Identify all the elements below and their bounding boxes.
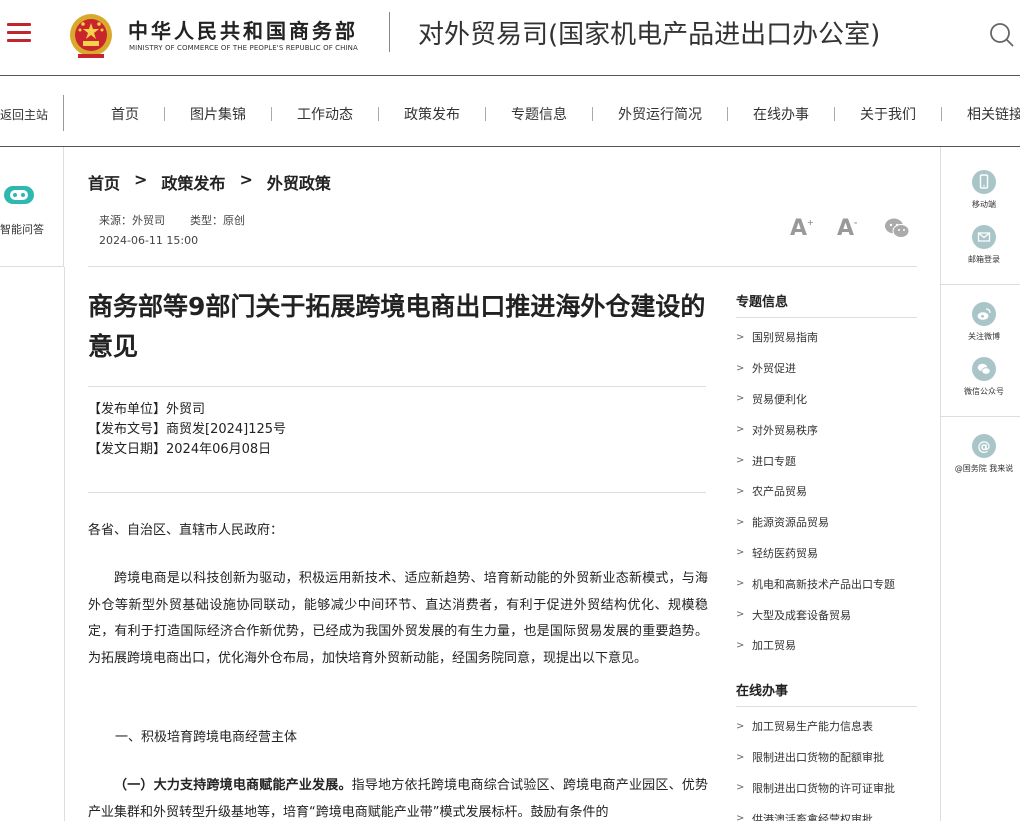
chevron-right-icon: > bbox=[736, 455, 745, 467]
sidebar-item[interactable]: > 机电和高新技术产品出口专题 bbox=[736, 568, 926, 599]
robot-icon bbox=[4, 186, 34, 204]
chevron-right-icon: > bbox=[736, 751, 745, 763]
state-council-feedback-link[interactable]: @ @国务院 我来说 bbox=[944, 434, 1020, 474]
ai-assistant-label: 智能问答 bbox=[0, 223, 44, 236]
national-emblem-logo bbox=[70, 14, 112, 58]
document-info: 【发布单位】外贸司 【发布文号】商贸发[2024]125号 【发文日期】2024… bbox=[88, 400, 286, 460]
chevron-right-icon: > bbox=[736, 424, 745, 436]
breadcrumb: 首页 > 政策发布 > 外贸政策 bbox=[88, 170, 331, 194]
sidebar-heading-topics: 专题信息 bbox=[736, 295, 789, 310]
search-icon[interactable] bbox=[988, 20, 1016, 48]
chevron-right-icon: > bbox=[736, 516, 745, 528]
issue-date-field: 【发文日期】2024年06月08日 bbox=[88, 442, 272, 457]
sidebar-item[interactable]: > 贸易便利化 bbox=[736, 384, 926, 415]
sidebar-item[interactable]: > 加工贸易生产能力信息表 bbox=[736, 711, 926, 742]
chevron-right-icon: > bbox=[736, 609, 745, 621]
sidebar-item[interactable]: > 限制进出口货物的许可证审批 bbox=[736, 773, 926, 804]
font-increase-button[interactable]: A+ bbox=[790, 216, 814, 241]
at-icon: @ bbox=[972, 434, 996, 458]
chevron-right-icon: > bbox=[736, 331, 745, 343]
chevron-right-icon: > bbox=[736, 547, 745, 559]
nav-item-online-services[interactable]: 在线办事 bbox=[728, 104, 834, 124]
divider bbox=[88, 492, 706, 493]
breadcrumb-separator: > bbox=[239, 170, 253, 189]
nav-items: 首页 图片集锦 工作动态 政策发布 专题信息 外贸运行简况 在线办事 关于我们 … bbox=[86, 104, 1020, 124]
divider bbox=[88, 266, 917, 267]
sidebar-divider bbox=[736, 317, 917, 318]
chevron-right-icon: > bbox=[736, 639, 745, 651]
chevron-right-icon: > bbox=[736, 362, 745, 374]
sidebar-item[interactable]: > 农产品贸易 bbox=[736, 476, 926, 507]
font-decrease-button[interactable]: A- bbox=[837, 216, 857, 241]
article-paragraph: 跨境电商是以科技创新为驱动，积极运用新技术、适应新趋势、培育新动能的外贸新业态新… bbox=[88, 571, 708, 666]
divider bbox=[88, 386, 706, 387]
ministry-name-en: MINISTRY OF COMMERCE OF THE PEOPLE'S REP… bbox=[129, 44, 358, 52]
breadcrumb-home[interactable]: 首页 bbox=[88, 170, 120, 194]
sidebar-online-list: > 加工贸易生产能力信息表 > 限制进出口货物的配额审批 > 限制进出口货物的许可证审… bbox=[736, 711, 926, 821]
issuer-field: 【发布单位】外贸司 bbox=[88, 402, 206, 417]
svg-text:@: @ bbox=[978, 440, 991, 455]
sidebar-item[interactable]: > 供港澳活畜禽经营权审批 bbox=[736, 803, 926, 821]
nav-item-gallery[interactable]: 图片集锦 bbox=[165, 104, 271, 124]
article-title: 商务部等9部门关于拓展跨境电商出口推进海外仓建设的意见 bbox=[88, 292, 706, 361]
weibo-link[interactable]: 关注微博 bbox=[944, 302, 1020, 342]
sidebar-item[interactable]: > 进口专题 bbox=[736, 445, 926, 476]
meta-date: 2024-06-11 15:00 bbox=[99, 234, 199, 247]
nav-item-links[interactable]: 相关链接 bbox=[942, 104, 1020, 124]
mobile-icon bbox=[972, 170, 996, 194]
sidebar-item[interactable]: > 能源资源品贸易 bbox=[736, 507, 926, 538]
chevron-right-icon: > bbox=[736, 782, 745, 794]
nav-item-about[interactable]: 关于我们 bbox=[835, 104, 941, 124]
mail-login-link[interactable]: 邮箱登录 bbox=[944, 225, 1020, 265]
paragraph-lead: （一）大力支持跨境电商赋能产业发展。 bbox=[114, 778, 352, 793]
sidebar-divider bbox=[736, 706, 917, 707]
sidebar-heading-online: 在线办事 bbox=[736, 684, 789, 699]
section-heading: 一、积极培育跨境电商经营主体 bbox=[115, 730, 298, 745]
sidebar-topics-list: > 国别贸易指南 > 外贸促进 > 贸易便利化 > 对外贸易秩序 > 进口专题 > 农产品贸… bbox=[736, 322, 926, 661]
mail-icon bbox=[972, 225, 996, 249]
article-paragraph: （一）大力支持跨境电商赋能产业发展。指导地方依托跨境电商综合试验区、跨境电商产业… bbox=[88, 773, 708, 821]
hamburger-menu-icon[interactable] bbox=[7, 23, 31, 43]
meta-type: 类型：原创 bbox=[190, 214, 245, 227]
chevron-right-icon: > bbox=[736, 393, 745, 405]
sidebar-item[interactable]: > 外贸促进 bbox=[736, 353, 926, 384]
left-divider bbox=[64, 267, 65, 821]
sidebar-item[interactable]: > 加工贸易 bbox=[736, 630, 926, 661]
nav-item-home[interactable]: 首页 bbox=[86, 104, 164, 124]
ministry-name-cn: 中华人民共和国商务部 bbox=[128, 19, 358, 43]
nav-item-policy[interactable]: 政策发布 bbox=[379, 104, 485, 124]
weibo-icon bbox=[972, 302, 996, 326]
breadcrumb-policy[interactable]: 政策发布 bbox=[161, 170, 225, 194]
chevron-right-icon: > bbox=[736, 578, 745, 590]
ai-assistant-panel[interactable]: 智能问答 bbox=[0, 147, 64, 267]
meta-source: 来源：外贸司 bbox=[99, 214, 165, 227]
breadcrumb-separator: > bbox=[134, 170, 148, 189]
chevron-right-icon: > bbox=[736, 485, 745, 497]
wechat-icon bbox=[972, 357, 996, 381]
chevron-right-icon: > bbox=[736, 813, 745, 821]
mobile-link[interactable]: 移动端 bbox=[944, 170, 1020, 210]
back-to-main-site-link[interactable]: 返回主站 bbox=[0, 106, 48, 123]
wechat-account-link[interactable]: 微信公众号 bbox=[944, 357, 1020, 397]
sidebar-item[interactable]: > 轻纺医药贸易 bbox=[736, 538, 926, 569]
article-salutation: 各省、自治区、直辖市人民政府： bbox=[88, 523, 284, 538]
site-header: 中华人民共和国商务部 MINISTRY OF COMMERCE OF THE P… bbox=[0, 0, 1020, 76]
sidebar-item[interactable]: > 限制进出口货物的配额审批 bbox=[736, 742, 926, 773]
nav-item-topics[interactable]: 专题信息 bbox=[486, 104, 592, 124]
right-divider bbox=[940, 147, 941, 821]
nav-divider bbox=[63, 95, 64, 131]
main-nav: 返回主站 首页 图片集锦 工作动态 政策发布 专题信息 外贸运行简况 在线办事 … bbox=[0, 77, 1020, 147]
department-title: 对外贸易司(国家机电产品进出口办公室) bbox=[418, 20, 881, 50]
wechat-share-icon[interactable] bbox=[884, 217, 910, 239]
doc-number-field: 【发布文号】商贸发[2024]125号 bbox=[88, 422, 287, 437]
sidebar-item[interactable]: > 国别贸易指南 bbox=[736, 322, 926, 353]
sidebar-item[interactable]: > 对外贸易秩序 bbox=[736, 414, 926, 445]
sidebar-item[interactable]: > 大型及成套设备贸易 bbox=[736, 599, 926, 630]
nav-item-news[interactable]: 工作动态 bbox=[272, 104, 378, 124]
header-divider bbox=[389, 12, 390, 52]
chevron-right-icon: > bbox=[736, 720, 745, 732]
nav-item-trade-overview[interactable]: 外贸运行简况 bbox=[593, 104, 727, 124]
breadcrumb-trade-policy[interactable]: 外贸政策 bbox=[267, 170, 331, 194]
